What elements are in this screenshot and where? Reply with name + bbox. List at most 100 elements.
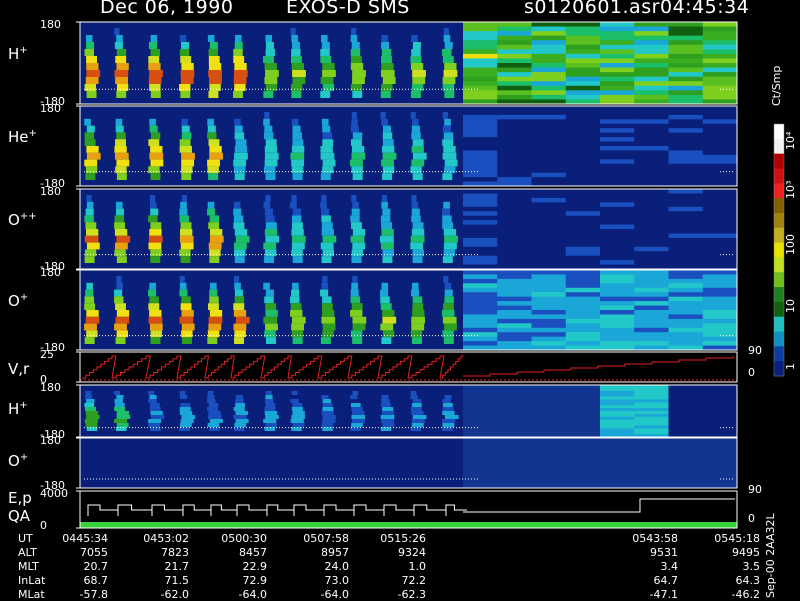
spectro-block-cell [600, 202, 635, 208]
spectro-block-cell [497, 385, 532, 389]
spectro-cell [115, 337, 126, 344]
spectro-cell [116, 49, 127, 56]
exos-d-sms-plot: Dec 06, 1990 EXOS-D SMS s0120601.asr 04:… [0, 0, 800, 601]
spectro-block-cell [668, 336, 704, 342]
spectro-block-cell [463, 137, 498, 143]
spectro-cell [181, 63, 194, 70]
spectro-block-cell [531, 150, 567, 156]
spectro-block-cell [668, 402, 704, 406]
spectro-block-cell [702, 132, 738, 138]
spectro-cell [321, 282, 329, 290]
spectro-cell [116, 132, 126, 140]
spectro-cell [443, 70, 458, 77]
footer-row-label: MLat [18, 588, 45, 601]
spectro-cell [116, 276, 122, 283]
spectro-block-cell [497, 193, 532, 199]
spectro-block-cell [634, 292, 669, 298]
spectro-block-cell [565, 251, 601, 257]
spectro-block-cell [497, 428, 532, 432]
spectro-cell [263, 201, 271, 209]
spectro-block-cell [634, 63, 669, 69]
spectro-block-cell [463, 283, 498, 289]
spectro-cell [292, 132, 302, 140]
spectro-block-cell [463, 385, 498, 389]
spectro-block-cell [463, 393, 498, 398]
spectro-cell [322, 407, 334, 411]
spectro-cell [351, 407, 363, 411]
colorbar-segment [774, 198, 784, 214]
spectro-block-cell [565, 168, 601, 174]
spectro-cell [116, 411, 129, 415]
colorbar-segment [774, 124, 784, 140]
colorbar-segment [774, 212, 784, 229]
spectro-block-cell [463, 31, 498, 37]
spectro-cell [351, 249, 364, 257]
spectro-block-cell [463, 431, 498, 435]
spectro-cell [352, 173, 363, 180]
spectro-block-cell [668, 110, 704, 116]
spectro-cell [410, 56, 422, 63]
spectro-cell [442, 222, 454, 229]
spectro-block-cell [600, 301, 635, 307]
spectro-block-cell [531, 237, 567, 243]
spectro-cell [382, 423, 395, 427]
spectro-block-cell [600, 419, 635, 424]
spectro-cell [381, 195, 388, 202]
spectro-block-cell [600, 260, 635, 266]
spectro-block-cell [702, 35, 738, 41]
spectro-block-cell [531, 310, 567, 315]
spectro-block-cell [634, 163, 669, 169]
spectro-cell [84, 159, 98, 167]
spectro-cell [84, 132, 95, 140]
spectro-block-cell [634, 428, 669, 432]
spectro-block-cell [497, 255, 532, 261]
spectro-cell [442, 215, 452, 223]
spectro-cell [321, 42, 330, 49]
spectro-block-cell [668, 242, 704, 248]
spectro-cell [180, 303, 192, 310]
spectro-block-cell [463, 318, 498, 324]
spectro-cell [86, 229, 99, 236]
spectro-block-cell [463, 53, 498, 59]
spectro-block-cell [463, 72, 498, 78]
spectro-cell [234, 423, 247, 427]
spectro-block-cell [702, 206, 738, 212]
spectro-block-cell [668, 385, 704, 389]
spectro-block-cell [565, 422, 601, 426]
spectro-block-cell [463, 416, 498, 421]
colorbar-segment [774, 153, 784, 169]
spectro-block-cell [565, 305, 601, 311]
spectro-block-cell [634, 411, 669, 415]
spectro-cell [381, 337, 392, 344]
spectro-block-cell [668, 399, 704, 403]
spectro-cell [411, 419, 425, 423]
spectro-block-cell [531, 206, 567, 212]
spectro-block-cell [600, 35, 635, 41]
spectro-block-cell [531, 428, 567, 432]
spectro-cell [381, 42, 390, 49]
spectro-block-cell [702, 305, 738, 311]
spectro-block-cell [565, 189, 601, 194]
spectro-block-cell [668, 323, 704, 329]
spectro-block-cell [634, 67, 669, 73]
spectro-block-cell [634, 123, 669, 129]
footer-cell: 0500:30 [221, 532, 267, 545]
spectro-block-cell [634, 215, 669, 221]
spectro-cell [320, 173, 331, 180]
spectro-cell [382, 208, 391, 216]
footer-cell: 73.0 [324, 574, 350, 587]
spectro-cell [207, 118, 214, 126]
spectro-block-cell [531, 255, 567, 261]
spectro-cell [381, 56, 392, 63]
spectro-cell [320, 242, 334, 250]
spectro-cell [322, 139, 334, 146]
spectro-cell [233, 208, 242, 216]
spectro-block-cell [463, 224, 498, 230]
spectro-block-cell [565, 270, 601, 275]
spectro-block-cell [702, 416, 738, 421]
colorbar-segment [774, 316, 784, 333]
panel-label-he_plus: He+ [8, 128, 37, 146]
panel-label-charge: ++ [19, 211, 37, 223]
spectro-cell [84, 139, 96, 146]
spectro-cell [381, 118, 389, 126]
